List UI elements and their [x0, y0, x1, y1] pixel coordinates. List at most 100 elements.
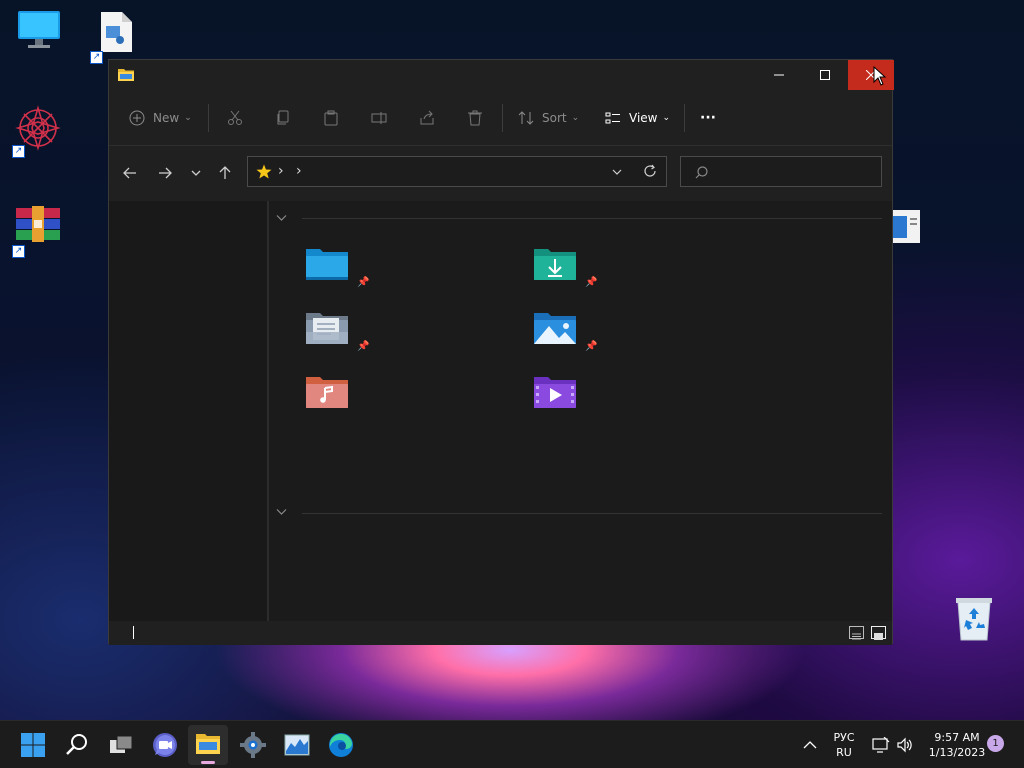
collapse-group-chevron-icon[interactable] — [276, 508, 287, 516]
trash-icon — [468, 110, 482, 126]
pictures-folder-icon[interactable] — [533, 310, 577, 346]
star-icon — [256, 164, 272, 179]
downloads-folder-icon[interactable] — [533, 246, 577, 282]
view-button[interactable]: View ⌄ — [605, 104, 670, 132]
active-app-indicator — [201, 761, 215, 764]
rename-button[interactable] — [371, 104, 387, 132]
scissors-icon — [228, 110, 242, 125]
network-icon[interactable] — [872, 737, 890, 753]
maximize-button[interactable] — [802, 60, 848, 90]
search-icon[interactable] — [63, 731, 91, 759]
content-area[interactable]: 📌 📌 📌 📌 — [269, 201, 892, 621]
clipboard-icon — [324, 110, 338, 126]
details-view-button[interactable] — [849, 626, 864, 640]
arrow-left-icon — [123, 167, 136, 179]
text-cursor — [133, 626, 134, 639]
group-divider — [302, 218, 882, 219]
search-icon — [695, 166, 708, 179]
breadcrumb-separator[interactable]: › — [296, 163, 302, 179]
chevron-down-icon: ⌄ — [571, 113, 580, 123]
arrow-up-icon — [219, 166, 231, 179]
delete-button[interactable] — [467, 104, 483, 132]
shortcut-arrow-icon: ↗ — [90, 51, 103, 64]
clock-date: 1/13/2023 — [928, 746, 986, 759]
recycle-bin-icon[interactable] — [952, 594, 1004, 646]
task-view-icon[interactable] — [107, 731, 135, 759]
music-folder-icon[interactable] — [305, 374, 349, 410]
clock-time: 9:57 AM — [934, 731, 980, 744]
notification-badge[interactable]: 1 — [987, 735, 1004, 752]
pin-icon: 📌 — [585, 341, 598, 352]
chevron-down-icon: ⌄ — [662, 113, 671, 123]
rename-icon — [371, 112, 387, 124]
address-bar[interactable]: › › — [247, 156, 667, 187]
share-icon — [420, 110, 434, 125]
more-icon: ··· — [700, 110, 716, 126]
refresh-icon[interactable] — [643, 164, 657, 178]
cut-button[interactable] — [227, 104, 243, 132]
group-divider — [302, 513, 882, 514]
view-label: View — [629, 111, 658, 125]
keyboard-layout: RU — [836, 746, 852, 759]
settings-gear-icon[interactable] — [239, 731, 267, 759]
collapse-group-chevron-icon[interactable] — [276, 214, 287, 222]
folder-icon — [196, 734, 220, 754]
desktop-folder-icon[interactable] — [305, 246, 349, 282]
videos-folder-icon[interactable] — [533, 374, 577, 410]
copy-icon — [277, 110, 289, 125]
navigation-pane[interactable] — [109, 201, 267, 621]
new-label: New — [153, 111, 180, 125]
maximize-icon — [820, 70, 830, 80]
file-explorer-taskbar-button[interactable] — [188, 725, 228, 765]
winrar-shortcut-icon[interactable]: ↗ — [12, 204, 66, 258]
volume-icon[interactable] — [896, 737, 914, 753]
details-view-icon — [852, 633, 861, 640]
documents-folder-icon[interactable] — [305, 310, 349, 346]
minimize-button[interactable] — [756, 60, 802, 90]
input-language-indicator[interactable]: РУС RU — [827, 730, 861, 760]
search-input[interactable] — [680, 156, 882, 187]
minimize-icon — [774, 74, 784, 76]
arrow-right-icon — [159, 167, 172, 179]
forward-button[interactable] — [153, 162, 177, 184]
back-button[interactable] — [118, 162, 142, 184]
teams-chat-icon[interactable] — [151, 731, 179, 759]
breadcrumb-separator[interactable]: › — [278, 163, 284, 179]
pin-icon: 📌 — [357, 341, 370, 352]
close-button[interactable] — [848, 60, 894, 90]
folder-icon — [118, 69, 134, 81]
title-bar[interactable] — [109, 60, 894, 90]
share-button[interactable] — [419, 104, 435, 132]
large-icons-view-icon — [874, 633, 883, 640]
large-icons-view-button[interactable] — [871, 626, 886, 640]
file-explorer-window: New ⌄ Sort ⌄ View ⌄ ··· › › 📌 📌 📌 📌 — [108, 59, 894, 645]
clock[interactable]: 9:57 AM 1/13/2023 — [922, 730, 992, 760]
show-hidden-icons-chevron-up-icon[interactable] — [803, 740, 817, 749]
artwork-shortcut-icon[interactable]: ↗ — [12, 104, 66, 158]
sort-label: Sort — [542, 111, 567, 125]
media-file-icon[interactable]: ↗ — [90, 10, 144, 64]
taskbar: РУС RU 9:57 AM 1/13/2023 — [0, 720, 1024, 768]
shortcut-arrow-icon: ↗ — [12, 245, 25, 258]
copy-button[interactable] — [275, 104, 291, 132]
new-button[interactable]: New ⌄ — [129, 104, 192, 132]
sort-icon — [518, 111, 534, 125]
performance-monitor-icon[interactable] — [283, 731, 311, 759]
edge-browser-icon[interactable] — [327, 731, 355, 759]
recent-locations-button[interactable] — [184, 162, 208, 184]
language-code: РУС — [833, 731, 855, 744]
chevron-down-icon — [191, 170, 201, 176]
more-options-button[interactable]: ··· — [700, 104, 716, 132]
chevron-down-icon[interactable] — [612, 168, 622, 176]
this-pc-icon[interactable] — [14, 8, 66, 60]
desktop-document-icon[interactable] — [893, 210, 921, 244]
shortcut-arrow-icon: ↗ — [12, 145, 25, 158]
view-list-icon — [605, 112, 620, 124]
mouse-pointer-icon — [873, 66, 887, 86]
paste-button[interactable] — [323, 104, 339, 132]
pin-icon: 📌 — [585, 277, 598, 288]
up-button[interactable] — [213, 162, 237, 184]
sort-button[interactable]: Sort ⌄ — [518, 104, 579, 132]
pin-icon: 📌 — [357, 277, 370, 288]
start-windows-icon[interactable] — [19, 731, 47, 759]
